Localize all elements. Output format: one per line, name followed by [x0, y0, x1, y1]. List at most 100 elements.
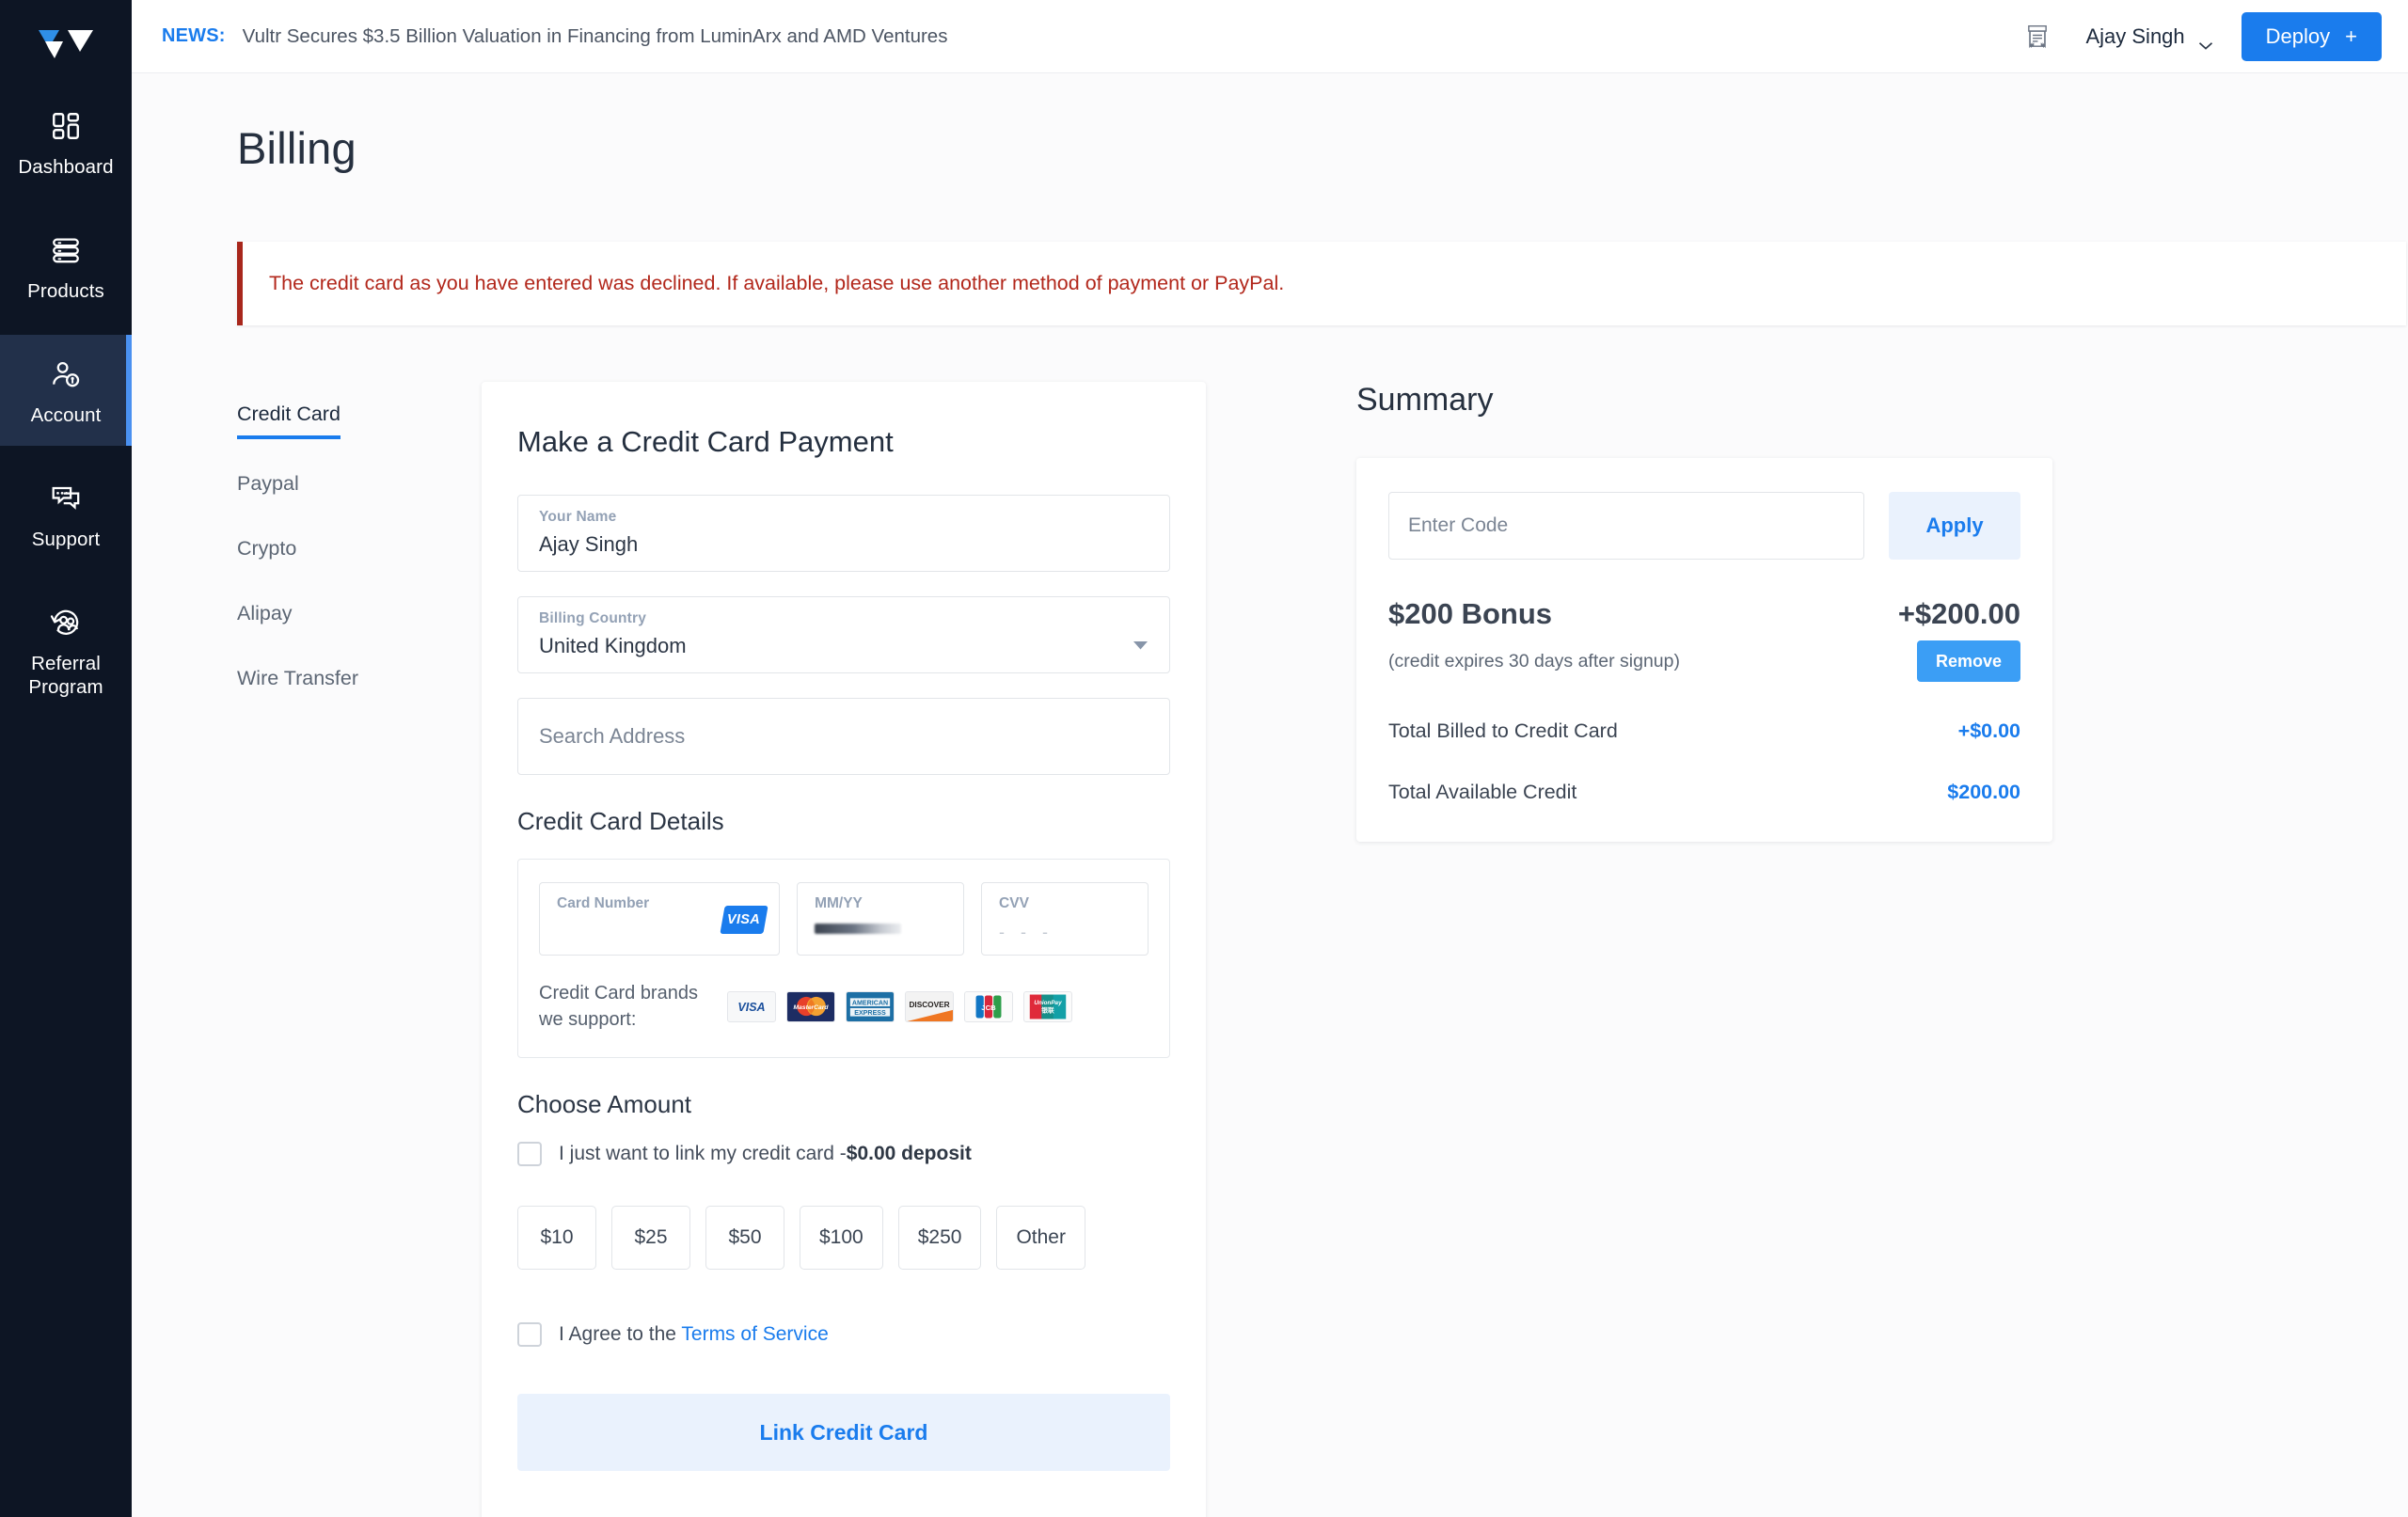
tab-paypal[interactable]: Paypal: [237, 472, 299, 504]
user-key-icon: [46, 356, 86, 393]
search-address-placeholder: Search Address: [539, 724, 686, 748]
your-name-label: Your Name: [539, 509, 617, 525]
deploy-button[interactable]: Deploy +: [2241, 11, 2382, 61]
credit-card-details-box: Card Number VISA MM/YY CVV - - - Credit …: [517, 859, 1170, 1058]
bonus-amount: +$200.00: [1897, 597, 2020, 630]
referral-people-icon: [46, 604, 86, 641]
error-alert-message: The credit card as you have entered was …: [269, 272, 1285, 294]
billing-columns: Credit Card Paypal Crypto Alipay Wire Tr…: [132, 325, 2408, 1517]
tab-credit-card[interactable]: Credit Card: [237, 403, 341, 439]
expiry-input[interactable]: MM/YY: [797, 882, 965, 956]
terms-checkbox[interactable]: [517, 1322, 542, 1347]
amount-button-10[interactable]: $10: [517, 1206, 596, 1270]
main-area: NEWS: Vultr Secures $3.5 Billion Valuati…: [132, 0, 2408, 1517]
tab-alipay[interactable]: Alipay: [237, 602, 293, 634]
vultr-logo[interactable]: [0, 15, 132, 73]
plus-icon: +: [2345, 24, 2357, 48]
chat-bubbles-icon: [46, 480, 86, 517]
supported-brands-row: Credit Card brands we support: VISA Mast…: [539, 980, 1149, 1033]
cvv-placeholder: - - -: [999, 923, 1054, 941]
billing-country-value: United Kingdom: [539, 634, 687, 657]
sidebar-item-label: Dashboard: [18, 156, 114, 178]
sidebar-item-dashboard[interactable]: Dashboard: [0, 87, 132, 198]
cvv-input[interactable]: CVV - - -: [981, 882, 1149, 956]
error-alert: The credit card as you have entered was …: [237, 242, 2406, 325]
sidebar-item-referral-program[interactable]: Referral Program: [0, 583, 132, 718]
amount-button-250[interactable]: $250: [897, 1206, 982, 1270]
apply-code-button[interactable]: Apply: [1889, 492, 2020, 560]
user-name: Ajay Singh: [2085, 24, 2185, 48]
remove-bonus-button[interactable]: Remove: [1916, 640, 2020, 682]
grid-icon: [46, 107, 86, 145]
card-number-input[interactable]: Card Number VISA: [539, 882, 781, 956]
newspaper-icon[interactable]: [2016, 15, 2059, 58]
sidebar-item-products[interactable]: Products: [0, 211, 132, 322]
summary-column: Summary Enter Code Apply $200 Bonus +$20…: [1356, 382, 2052, 1517]
bonus-row: $200 Bonus +$200.00: [1388, 597, 2020, 631]
credit-card-details-title: Credit Card Details: [517, 807, 724, 835]
sidebar-item-label: Referral Program: [28, 653, 103, 698]
deploy-label: Deploy: [2265, 24, 2331, 48]
topbar-right: Ajay Singh Deploy +: [2016, 11, 2382, 61]
svg-text:MasterCard: MasterCard: [794, 1003, 830, 1010]
brand-logos: VISA MasterCard AMERICAN EXPRESS DISCOVE…: [727, 990, 1072, 1022]
tab-wire-transfer[interactable]: Wire Transfer: [237, 667, 358, 699]
billing-country-select[interactable]: Billing Country United Kingdom: [517, 596, 1170, 673]
billing-country-label: Billing Country: [539, 610, 647, 626]
page-header: Billing: [132, 73, 2408, 174]
amount-button-25[interactable]: $25: [611, 1206, 690, 1270]
user-menu[interactable]: Ajay Singh: [2085, 24, 2213, 50]
svg-text:银联: 银联: [1041, 1005, 1054, 1014]
link-only-checkbox[interactable]: [517, 1142, 542, 1166]
svg-text:EXPRESS: EXPRESS: [854, 1009, 886, 1017]
link-only-label: I just want to link my credit card -: [559, 1143, 847, 1164]
content-region: The credit card as you have entered was …: [132, 174, 2408, 1517]
total-credit-value: $200.00: [1947, 781, 2020, 803]
tab-crypto[interactable]: Crypto: [237, 537, 296, 569]
link-credit-card-button[interactable]: Link Credit Card: [517, 1394, 1170, 1471]
promo-code-row: Enter Code Apply: [1388, 492, 2020, 560]
bonus-expire-row: (credit expires 30 days after signup) Re…: [1388, 640, 2020, 682]
expiry-label: MM/YY: [815, 895, 863, 911]
app-root: Dashboard Products Account Support Refer…: [0, 0, 2408, 1517]
visa-icon: VISA: [727, 990, 776, 1022]
terms-prefix: I Agree to the: [559, 1323, 682, 1345]
credit-card-inputs-row: Card Number VISA MM/YY CVV - - -: [539, 882, 1149, 956]
amount-button-other[interactable]: Other: [996, 1206, 1085, 1270]
total-billed-label: Total Billed to Credit Card: [1388, 719, 1618, 742]
discover-icon: DISCOVER: [905, 990, 954, 1022]
news-headline[interactable]: Vultr Secures $3.5 Billion Valuation in …: [243, 25, 948, 48]
search-address-input[interactable]: Search Address: [517, 698, 1170, 775]
sidebar-item-support[interactable]: Support: [0, 459, 132, 570]
server-stack-icon: [46, 231, 86, 269]
total-credit-label: Total Available Credit: [1388, 781, 1577, 803]
amount-button-50[interactable]: $50: [705, 1206, 784, 1270]
chevron-down-icon: [2198, 32, 2213, 50]
link-only-row: I just want to link my credit card -$0.0…: [517, 1142, 1170, 1166]
promo-code-placeholder: Enter Code: [1408, 514, 1509, 536]
payment-form-column: Make a Credit Card Payment Your Name Aja…: [482, 382, 1206, 1517]
total-credit-row: Total Available Credit $200.00: [1388, 781, 2020, 804]
svg-text:DISCOVER: DISCOVER: [909, 1000, 949, 1008]
terms-of-service-link[interactable]: Terms of Service: [681, 1323, 828, 1345]
your-name-value: Ajay Singh: [539, 532, 639, 556]
credit-card-payment-card: Make a Credit Card Payment Your Name Aja…: [482, 382, 1206, 1517]
form-title: Make a Credit Card Payment: [517, 425, 894, 458]
visa-chip-text: VISA: [727, 912, 761, 927]
amount-button-100[interactable]: $100: [800, 1206, 883, 1270]
page-title: Billing: [237, 123, 356, 173]
promo-code-input[interactable]: Enter Code: [1388, 492, 1864, 560]
summary-card: Enter Code Apply $200 Bonus +$200.00 (cr…: [1356, 458, 2052, 842]
sidebar-item-account[interactable]: Account: [0, 335, 132, 446]
amount-buttons: $10 $25 $50 $100 $250 Other: [517, 1206, 1170, 1270]
payment-method-tabs: Credit Card Paypal Crypto Alipay Wire Tr…: [237, 382, 482, 1517]
svg-text:UnionPay: UnionPay: [1034, 1000, 1062, 1006]
svg-text:JCB: JCB: [981, 1003, 996, 1011]
your-name-field[interactable]: Your Name Ajay Singh: [517, 495, 1170, 572]
sidebar-item-label: Support: [31, 529, 101, 550]
bonus-expire-note: (credit expires 30 days after signup): [1388, 650, 1680, 672]
jcb-icon: JCB: [964, 990, 1013, 1022]
total-billed-row: Total Billed to Credit Card +$0.00: [1388, 719, 2020, 743]
mastercard-icon: MasterCard: [786, 990, 835, 1022]
sidebar-item-label: Products: [27, 280, 104, 302]
